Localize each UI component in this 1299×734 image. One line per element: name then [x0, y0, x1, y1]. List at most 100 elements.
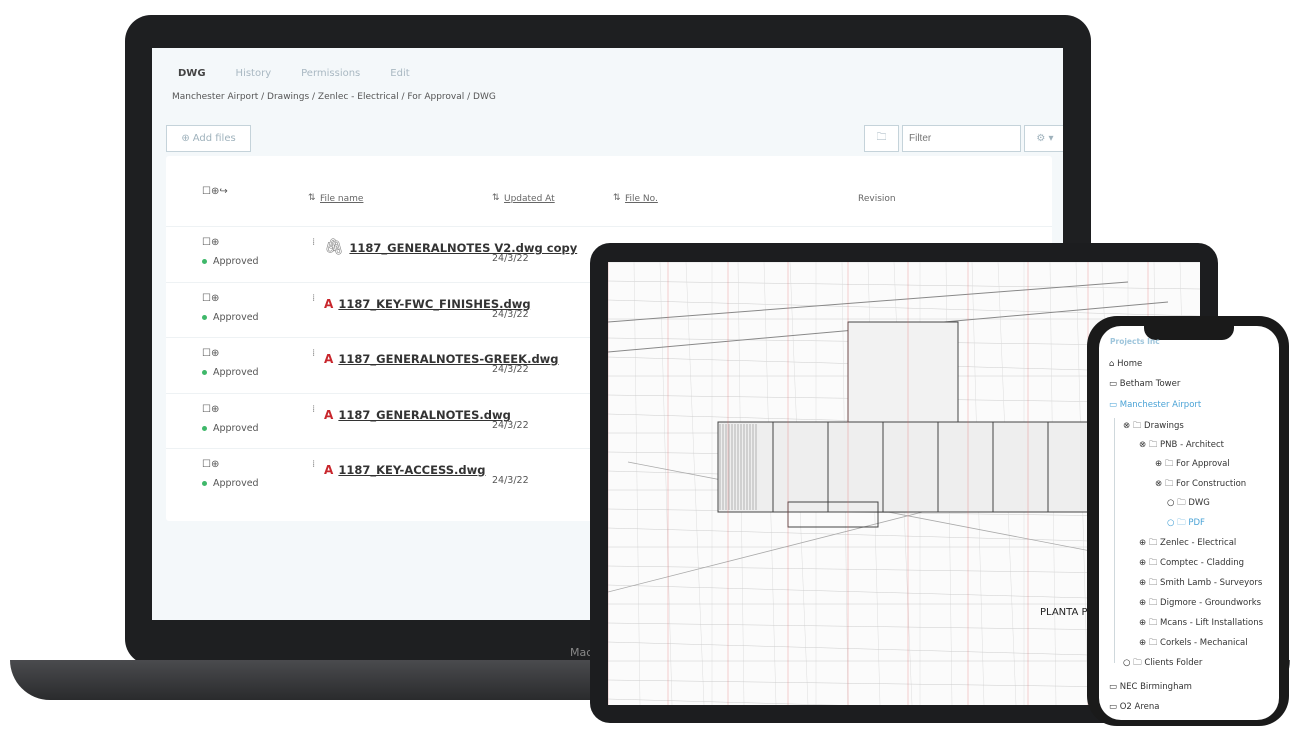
autocad-icon: A	[324, 352, 334, 366]
sort-icon: ⇅	[492, 193, 500, 203]
tree-item[interactable]: ⊕ 🗀 Comptec - Cladding	[1139, 557, 1244, 571]
folder-icon: 🗀	[1148, 558, 1158, 568]
folder-icon: 🗀	[1148, 538, 1158, 548]
status-dot	[202, 425, 207, 431]
folder-icon: 🗀	[1148, 578, 1158, 588]
drag-handle-icon[interactable]: ⁞	[312, 348, 315, 359]
drawing-line	[608, 280, 1200, 290]
filter-input[interactable]	[902, 125, 1021, 152]
header-file-no[interactable]: File No.	[625, 194, 658, 204]
tree-item[interactable]: ⊕ 🗀 Zenlec - Electrical	[1139, 537, 1236, 551]
tree-item[interactable]: ○ 🗀 DWG	[1167, 497, 1210, 511]
tree-item[interactable]: ▭ NEC Birmingham	[1109, 682, 1192, 692]
collapse-icon[interactable]: ⊗	[1123, 421, 1130, 431]
header-actions[interactable]: ☐⊕↪	[202, 186, 228, 197]
tree-line	[1114, 418, 1115, 663]
updated-date: 24/3/22	[492, 364, 529, 375]
plus-circle-icon: ⊕	[181, 133, 190, 144]
org-name: Projects Inc	[1110, 337, 1160, 346]
header-revision: Revision	[858, 194, 896, 204]
updated-date: 24/3/22	[492, 475, 529, 486]
sort-icon: ⇅	[308, 193, 316, 203]
row-select-checkbox[interactable]: ☐⊕	[202, 237, 219, 248]
tree-item[interactable]: ⊕ 🗀 Digmore - Groundworks	[1139, 597, 1261, 611]
briefcase-icon: ▭	[1109, 400, 1118, 410]
breadcrumb: Manchester Airport / Drawings / Zenlec -…	[172, 92, 496, 102]
radio-icon[interactable]: ○	[1167, 518, 1174, 528]
row-select-checkbox[interactable]: ☐⊕	[202, 293, 219, 304]
file-name-link[interactable]: 1187_GENERALNOTES.dwg	[338, 408, 510, 422]
header-file-name[interactable]: File name	[320, 194, 363, 204]
folder-icon: 🗀	[1132, 421, 1142, 431]
tree-item[interactable]: ⊗ 🗀 Drawings	[1123, 420, 1184, 434]
tree-item[interactable]: ⊕ 🗀 Smith Lamb - Surveyors	[1139, 577, 1262, 591]
tree-item[interactable]: ▭ Manchester Airport	[1109, 400, 1201, 410]
drag-handle-icon[interactable]: ⁞	[312, 459, 315, 470]
tree-item[interactable]: ▭ Betham Tower	[1109, 379, 1180, 389]
expand-icon[interactable]: ⊕	[1139, 618, 1146, 628]
folder-icon: 🗀	[1177, 498, 1186, 508]
drag-handle-icon[interactable]: ⁞	[312, 404, 315, 415]
radio-icon[interactable]: ○	[1123, 658, 1130, 668]
collapse-icon[interactable]: ⊗	[1155, 479, 1162, 489]
tab-history[interactable]: History	[236, 68, 272, 79]
header-updated-at[interactable]: Updated At	[504, 194, 555, 204]
autocad-icon: A	[324, 296, 334, 311]
tree-item[interactable]: ⊕ 🗀 Corkels - Mechanical	[1139, 637, 1248, 651]
drawing-line	[685, 262, 705, 705]
tree-item[interactable]: ▭ O2 Arena	[1109, 702, 1159, 712]
row-select-checkbox[interactable]: ☐⊕	[202, 459, 219, 470]
expand-icon[interactable]: ⊕	[1155, 459, 1162, 469]
status-badge: Approved	[202, 312, 259, 323]
briefcase-icon: ▭	[1109, 682, 1118, 692]
autocad-icon: A	[324, 407, 334, 422]
tree-item[interactable]: ⊗ 🗀 PNB - Architect	[1139, 439, 1224, 453]
status-dot	[202, 314, 207, 320]
tree-item[interactable]: ⊕ 🗀 For Approval	[1155, 458, 1230, 472]
drag-handle-icon[interactable]: ⁞	[312, 293, 315, 304]
expand-icon[interactable]: ⊕	[1139, 638, 1146, 648]
home-icon: ⌂	[1109, 359, 1115, 369]
drawing-line	[608, 299, 1200, 317]
file-name-link[interactable]: 1187_KEY-ACCESS.dwg	[338, 463, 485, 477]
add-files-button[interactable]: ⊕ Add files	[166, 125, 251, 152]
folder-icon: 🗀	[1148, 440, 1158, 450]
status-dot	[202, 370, 207, 375]
drawing-line	[633, 262, 641, 705]
tab-permissions[interactable]: Permissions	[301, 68, 360, 79]
expand-icon[interactable]: ⊕	[1139, 558, 1146, 568]
status-badge: Approved	[202, 256, 259, 267]
file-name-link[interactable]: 1187_GENERALNOTES V2.dwg copy	[349, 241, 577, 255]
gear-icon: ⚙ ▾	[1036, 133, 1054, 144]
drag-handle-icon[interactable]: ⁞	[312, 237, 315, 248]
tree-item[interactable]: ○ 🗀 Clients Folder	[1123, 657, 1202, 671]
new-folder-button[interactable]: 🗀	[864, 125, 899, 152]
collapse-icon[interactable]: ⊗	[1139, 440, 1146, 450]
folder-icon: 🗀	[1164, 479, 1174, 489]
tab-edit[interactable]: Edit	[390, 68, 409, 79]
updated-date: 24/3/22	[492, 253, 529, 264]
tree-item[interactable]: ○ 🗀 PDF	[1167, 517, 1205, 531]
status-badge: Approved	[202, 478, 259, 489]
row-select-checkbox[interactable]: ☐⊕	[202, 404, 219, 415]
tree-item[interactable]: ⊗ 🗀 For Construction	[1155, 478, 1246, 492]
folder-icon: 🗀	[1164, 459, 1174, 469]
tree-item[interactable]: ⊕ 🗀 Mcans - Lift Installations	[1139, 617, 1263, 631]
tree-item[interactable]: ⌂ Home	[1109, 359, 1142, 369]
briefcase-icon: ▭	[1109, 702, 1118, 712]
radio-icon[interactable]: ○	[1167, 498, 1174, 508]
row-select-checkbox[interactable]: ☐⊕	[202, 348, 219, 359]
drawing-room	[847, 321, 959, 423]
expand-icon[interactable]: ⊕	[1139, 538, 1146, 548]
tab-dwg[interactable]: DWG	[178, 68, 206, 79]
folder-icon: 🗀	[1133, 658, 1142, 668]
expand-icon[interactable]: ⊕	[1139, 578, 1146, 588]
laptop-brand: Mac	[570, 646, 593, 659]
folder-icon: 🗀	[1148, 618, 1158, 628]
status-badge: Approved	[202, 423, 259, 434]
folder-icon: 🗀	[1148, 598, 1158, 608]
settings-dropdown[interactable]: ⚙ ▾	[1024, 125, 1063, 152]
expand-icon[interactable]: ⊕	[1139, 598, 1146, 608]
phone-screen: Projects Inc ⌂ Home ▭ Betham Tower ▭ Manch…	[1099, 326, 1279, 720]
autocad-icon: A	[324, 463, 334, 477]
